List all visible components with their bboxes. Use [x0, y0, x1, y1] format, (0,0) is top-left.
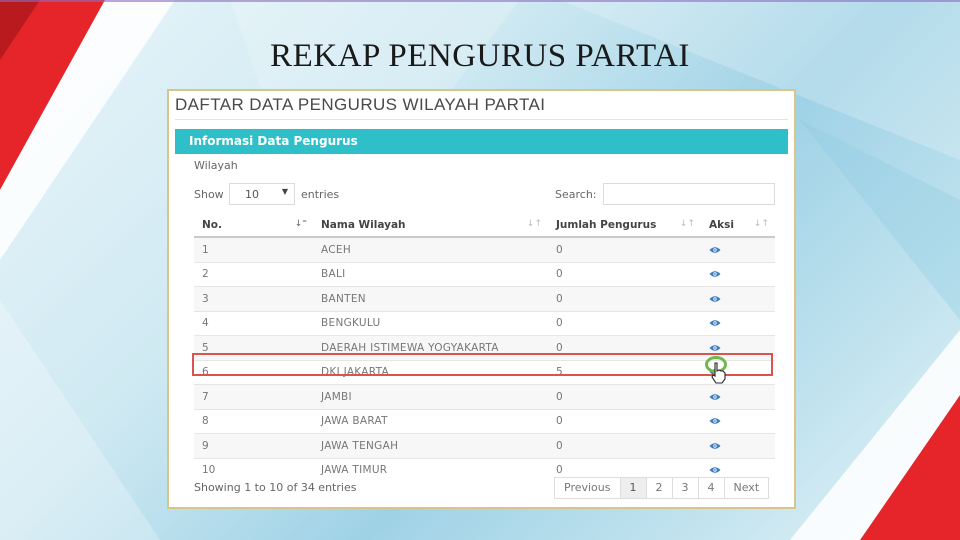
data-panel: DAFTAR DATA PENGURUS WILAYAH PARTAI Info…: [167, 89, 796, 509]
row-actions: [701, 236, 775, 262]
entries-label: entries: [301, 188, 340, 201]
sort-asc-icon: ↓⁼: [294, 219, 307, 229]
show-label: Show: [194, 188, 224, 201]
pagination: Previous 1 2 3 4 Next: [554, 477, 770, 499]
jumlah-pengurus: 0: [548, 433, 701, 458]
wilayah-link[interactable]: JAWA BARAT: [313, 408, 548, 434]
section-header: Informasi Data Pengurus: [175, 129, 788, 154]
table-row: 7 JAMBI 0: [194, 384, 775, 409]
pagination-page-3[interactable]: 3: [671, 478, 698, 498]
pengurus-table: No. ↓⁼ Nama Wilayah ↓↑ Jumlah Pengurus ↓…: [194, 213, 775, 482]
table-row: 9 JAWA TENGAH 0: [194, 433, 775, 458]
row-number: 6: [194, 359, 313, 385]
pagination-previous[interactable]: Previous: [555, 478, 620, 498]
wilayah-link[interactable]: JAWA TENGAH: [313, 433, 548, 458]
jumlah-pengurus: 0: [548, 310, 701, 336]
column-header-jumlah[interactable]: Jumlah Pengurus ↓↑: [548, 213, 701, 238]
caret-down-icon: ▼: [281, 187, 288, 196]
eye-icon[interactable]: [709, 417, 721, 425]
jumlah-pengurus: 0: [548, 261, 701, 287]
eye-icon[interactable]: [709, 442, 721, 450]
jumlah-pengurus: 0: [548, 335, 701, 360]
row-number: 4: [194, 310, 313, 336]
column-header-no[interactable]: No. ↓⁼: [194, 213, 313, 238]
table-row: 4 BENGKULU 0: [194, 310, 775, 336]
table-row: 1 ACEH 0: [194, 236, 775, 262]
row-actions: [701, 261, 775, 287]
wilayah-link[interactable]: DKI JAKARTA: [313, 359, 548, 385]
wilayah-label: Wilayah: [194, 159, 238, 172]
column-header-aksi[interactable]: Aksi ↓↑: [701, 213, 775, 238]
jumlah-pengurus: 0: [548, 384, 701, 409]
panel-title: DAFTAR DATA PENGURUS WILAYAH PARTAI: [175, 95, 546, 114]
row-number: 7: [194, 384, 313, 409]
row-number: 2: [194, 261, 313, 287]
wilayah-link[interactable]: BENGKULU: [313, 310, 548, 336]
row-number: 10: [194, 457, 313, 482]
row-number: 8: [194, 408, 313, 434]
wilayah-link[interactable]: DAERAH ISTIMEWA YOGYAKARTA: [313, 335, 548, 360]
eye-icon[interactable]: [709, 319, 721, 327]
panel-divider: [175, 119, 788, 120]
wilayah-link[interactable]: BALI: [313, 261, 548, 287]
eye-icon[interactable]: [709, 466, 721, 474]
sort-icon: ↓↑: [753, 219, 769, 229]
jumlah-pengurus: 0: [548, 408, 701, 434]
row-actions: [701, 310, 775, 336]
table-header-row: No. ↓⁼ Nama Wilayah ↓↑ Jumlah Pengurus ↓…: [194, 213, 775, 238]
wilayah-link[interactable]: ACEH: [313, 236, 548, 262]
eye-icon[interactable]: [709, 393, 721, 401]
row-actions: [701, 433, 775, 458]
table-row: 2 BALI 0: [194, 261, 775, 287]
row-number: 3: [194, 286, 313, 311]
pagination-page-4[interactable]: 4: [697, 478, 724, 498]
table-row: 5 DAERAH ISTIMEWA YOGYAKARTA 0: [194, 335, 775, 360]
table-row: 3 BANTEN 0: [194, 286, 775, 311]
column-header-wilayah[interactable]: Nama Wilayah ↓↑: [313, 213, 548, 238]
sort-icon: ↓↑: [679, 219, 695, 229]
jumlah-pengurus: 5: [548, 359, 701, 385]
wilayah-link[interactable]: JAMBI: [313, 384, 548, 409]
search-input[interactable]: [603, 183, 775, 205]
row-actions: [701, 286, 775, 311]
slide-title: REKAP PENGURUS PARTAI: [270, 38, 690, 74]
row-actions: [701, 384, 775, 409]
jumlah-pengurus: 0: [548, 236, 701, 262]
eye-icon[interactable]: [709, 270, 721, 278]
wilayah-link[interactable]: JAWA TIMUR: [313, 457, 548, 482]
table-body: 1 ACEH 0 2 BALI 0 3 BANTEN 0 4 BENGKULU 0 5 DAERAH IS…: [194, 236, 775, 482]
row-number: 5: [194, 335, 313, 360]
row-actions: [701, 408, 775, 434]
wilayah-link[interactable]: BANTEN: [313, 286, 548, 311]
eye-icon[interactable]: [709, 295, 721, 303]
search-label: Search:: [555, 188, 597, 201]
entries-select[interactable]: 10 ▼: [229, 183, 295, 205]
sort-icon: ↓↑: [526, 219, 542, 229]
table-info: Showing 1 to 10 of 34 entries: [194, 481, 357, 494]
eye-icon[interactable]: [709, 246, 721, 254]
table-row: 8 JAWA BARAT 0: [194, 408, 775, 434]
row-number: 1: [194, 236, 313, 262]
row-number: 9: [194, 433, 313, 458]
row-actions: [701, 335, 775, 360]
eye-icon[interactable]: [709, 344, 721, 352]
hand-cursor-icon: [711, 362, 726, 384]
jumlah-pengurus: 0: [548, 286, 701, 311]
entries-select-value: 10: [245, 188, 259, 201]
table-row: 6 DKI JAKARTA 5: [194, 359, 775, 385]
pagination-page-2[interactable]: 2: [645, 478, 672, 498]
pagination-next[interactable]: Next: [723, 478, 769, 498]
pagination-page-1[interactable]: 1: [619, 478, 646, 498]
